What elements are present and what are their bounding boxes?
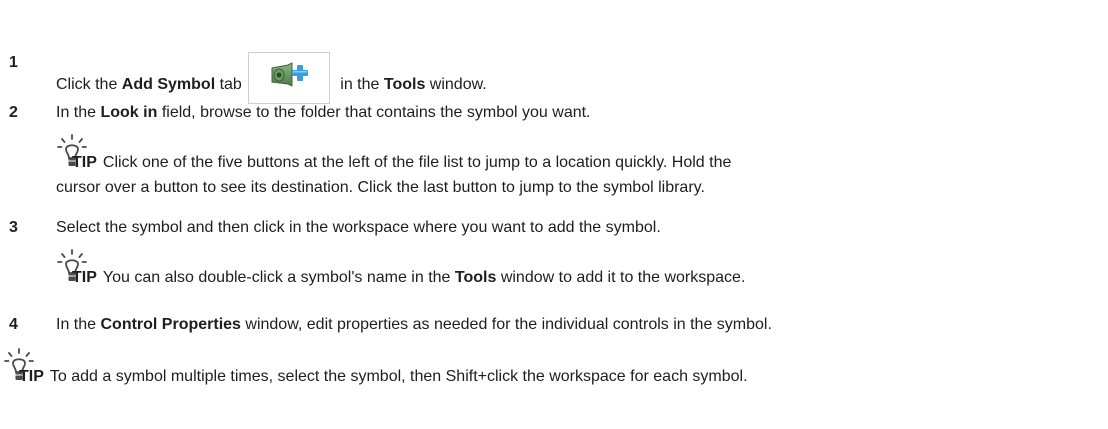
step-text: In the Look in field, browse to the fold… [56,102,591,124]
ui-term-tools: Tools [383,76,426,93]
tip-line-1: TIP Click one of the five buttons at the … [72,152,731,174]
tip-line-1: TIP You can also double-click a symbol's … [72,267,745,289]
ui-term-look-in: Look in [100,104,158,121]
tip-text: cursor over a button to see its destinat… [56,179,705,196]
ui-term-control-properties: Control Properties [100,316,241,333]
tip-label: TIP [19,368,44,385]
step-text-post: window, edit properties as needed for th… [240,316,772,333]
step-text-post: in the [335,76,384,93]
step-number: 2 [9,104,18,121]
step-text-pre: In the [56,316,101,333]
ui-term-add-symbol: Add Symbol [121,76,216,93]
step-number: 1 [9,54,18,71]
step-text-pre: In the [56,104,101,121]
tip-text: To add a symbol multiple times, select t… [49,368,748,385]
step-text: Click the Add Symbol tab in the Tools wi… [56,52,487,104]
step-text-pre: Click the [56,76,122,93]
tip-line-2: cursor over a button to see its destinat… [56,177,705,199]
step-text-post: field, browse to the folder that contain… [157,104,591,121]
step-text-tail: window. [425,76,487,93]
step-text: In the Control Properties window, edit p… [56,314,772,336]
step-text-mid: tab [215,76,242,93]
tip-label: TIP [72,154,97,171]
step-number: 4 [9,316,18,333]
tip-label: TIP [72,269,97,286]
document-page: 1 Click the Add Symbol tab in the Tools … [0,0,1108,429]
step-number: 3 [9,219,18,236]
tip-line-1: TIP To add a symbol multiple times, selec… [19,366,748,388]
ui-term-tools: Tools [454,269,497,286]
tip-text: Click one of the five buttons at the lef… [102,154,732,171]
step-text: Select the symbol and then click in the … [56,219,661,236]
tip-text-post: window to add it to the workspace. [496,269,746,286]
tip-text-pre: You can also double-click a symbol's nam… [102,269,455,286]
add-symbol-icon [247,52,330,104]
